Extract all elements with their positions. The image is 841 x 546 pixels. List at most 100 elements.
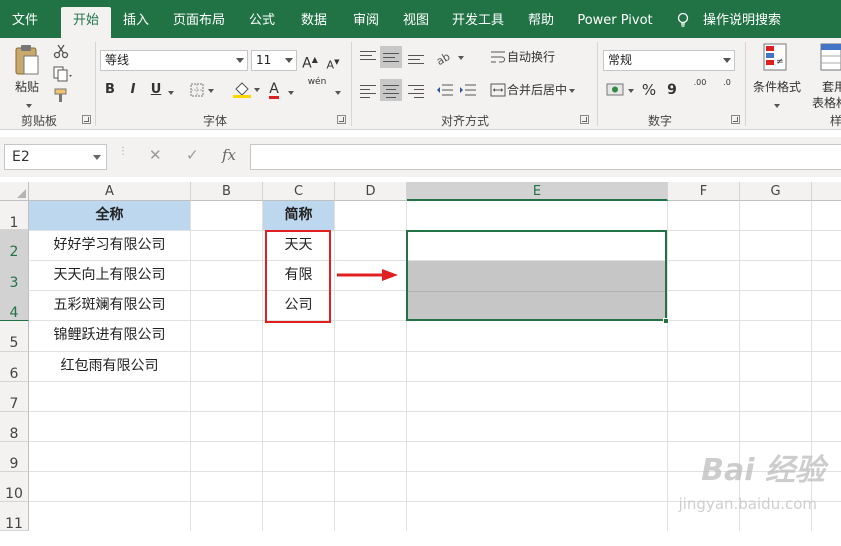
column-header-f[interactable]: F bbox=[668, 182, 740, 201]
align-top-icon[interactable] bbox=[360, 50, 376, 64]
row-header-7[interactable]: 7 bbox=[0, 382, 29, 412]
chevron-down-icon bbox=[236, 58, 244, 63]
column-header-g[interactable]: G bbox=[740, 182, 812, 201]
decrease-font-button[interactable]: A▼ bbox=[323, 51, 343, 73]
font-size-combo[interactable]: 11 bbox=[251, 50, 297, 71]
row-header-8[interactable]: 8 bbox=[0, 412, 29, 442]
bold-button[interactable]: B bbox=[101, 79, 119, 101]
tell-me-search[interactable]: 操作说明搜索 bbox=[703, 7, 781, 34]
wrap-text-button[interactable]: 自动换行 bbox=[507, 46, 567, 68]
clipboard-launcher-icon[interactable] bbox=[82, 115, 91, 124]
formula-bar-grip[interactable]: ⋮ bbox=[118, 147, 128, 165]
tab-data[interactable]: 数据 bbox=[294, 7, 334, 38]
conditional-formatting-button[interactable]: 条件格式 bbox=[750, 76, 804, 98]
border-icon[interactable] bbox=[190, 83, 218, 97]
decrease-decimal-button[interactable]: .0 bbox=[717, 78, 737, 100]
increase-font-button[interactable]: A▲ bbox=[300, 49, 320, 72]
row-header-10[interactable]: 10 bbox=[0, 472, 29, 502]
insert-function-icon[interactable]: fx bbox=[222, 146, 236, 164]
font-color-button[interactable]: A bbox=[266, 78, 282, 100]
enter-icon[interactable]: ✓ bbox=[186, 146, 199, 164]
column-header-b[interactable]: B bbox=[191, 182, 263, 201]
name-box[interactable]: E2 bbox=[4, 144, 107, 170]
increase-indent-icon[interactable] bbox=[459, 83, 477, 97]
row-header-6[interactable]: 6 bbox=[0, 352, 29, 382]
tab-power-pivot[interactable]: Power Pivot bbox=[572, 7, 658, 38]
tab-view[interactable]: 视图 bbox=[396, 7, 436, 38]
tab-review[interactable]: 审阅 bbox=[346, 7, 386, 38]
align-bottom-icon[interactable] bbox=[408, 50, 424, 64]
align-right-icon[interactable] bbox=[408, 84, 424, 98]
paste-dropdown-icon[interactable] bbox=[26, 103, 32, 108]
tab-developer[interactable]: 开发工具 bbox=[447, 7, 509, 38]
cell-a5[interactable]: 锦鲤跃进有限公司 bbox=[29, 320, 190, 351]
column-header-a[interactable]: A bbox=[29, 182, 191, 201]
tab-insert[interactable]: 插入 bbox=[116, 7, 156, 38]
ribbon-home: 粘贴 剪贴板 等线 11 A▲ A▼ B I U A wén 字体 ab 自动换… bbox=[0, 38, 841, 130]
increase-decimal-icon: .00 bbox=[693, 78, 707, 87]
column-header-e[interactable]: E bbox=[407, 182, 668, 201]
selected-range-e2-e4[interactable] bbox=[406, 230, 667, 321]
conditional-formatting-icon[interactable]: ≠ bbox=[763, 43, 787, 73]
phonetic-dropdown-icon[interactable] bbox=[335, 90, 341, 95]
merge-center-button[interactable]: 合并后居中 bbox=[507, 79, 579, 101]
underline-button[interactable]: U bbox=[147, 79, 165, 101]
cell-a4[interactable]: 五彩斑斓有限公司 bbox=[29, 290, 190, 320]
fill-handle[interactable] bbox=[663, 318, 669, 324]
decrease-indent-icon[interactable] bbox=[436, 83, 454, 97]
cancel-icon[interactable]: ✕ bbox=[149, 146, 162, 164]
paste-button[interactable]: 粘贴 bbox=[10, 76, 44, 98]
percent-button[interactable]: % bbox=[640, 79, 658, 101]
font-color-dropdown-icon[interactable] bbox=[288, 90, 294, 95]
cut-icon[interactable] bbox=[53, 43, 69, 59]
tab-file[interactable]: 文件 bbox=[4, 7, 46, 38]
row-header-1[interactable]: 1 bbox=[0, 201, 29, 231]
select-all-button[interactable] bbox=[0, 182, 29, 201]
cell-a1[interactable]: 全称 bbox=[29, 201, 190, 230]
cell-a6[interactable]: 红包雨有限公司 bbox=[29, 351, 190, 381]
cell-a2[interactable]: 好好学习有限公司 bbox=[29, 230, 190, 260]
row-header-4[interactable]: 4 bbox=[0, 291, 29, 321]
font-launcher-icon[interactable] bbox=[337, 115, 346, 124]
accounting-format-icon[interactable] bbox=[606, 82, 636, 98]
column-header-c[interactable]: C bbox=[263, 182, 335, 201]
phonetic-icon: wén bbox=[307, 77, 327, 87]
fill-color-icon[interactable] bbox=[232, 80, 262, 98]
alignment-launcher-icon[interactable] bbox=[580, 115, 589, 124]
row-header-5[interactable]: 5 bbox=[0, 321, 29, 352]
format-as-table-icon[interactable] bbox=[818, 43, 841, 73]
format-painter-icon[interactable] bbox=[53, 88, 71, 104]
merge-dropdown-icon[interactable] bbox=[569, 88, 576, 93]
formula-bar: E2 ⋮ ✕ ✓ fx bbox=[0, 137, 841, 177]
italic-button[interactable]: I bbox=[124, 79, 142, 101]
column-header-h[interactable] bbox=[812, 182, 841, 201]
cell-c1[interactable]: 简称 bbox=[263, 201, 334, 230]
orientation-icon[interactable]: ab bbox=[436, 48, 466, 66]
comma-style-button[interactable]: 9 bbox=[663, 79, 681, 101]
row-header-11[interactable]: 11 bbox=[0, 502, 29, 532]
row-header-2[interactable]: 2 bbox=[0, 230, 29, 261]
cell-a3[interactable]: 天天向上有限公司 bbox=[29, 260, 190, 290]
baidu-logo-watermark: Bai 经验 bbox=[701, 453, 825, 488]
tab-formulas[interactable]: 公式 bbox=[242, 7, 282, 38]
conditional-dropdown-icon[interactable] bbox=[774, 103, 780, 108]
font-name-combo[interactable]: 等线 bbox=[100, 50, 248, 71]
align-left-icon[interactable] bbox=[360, 84, 376, 98]
tab-page-layout[interactable]: 页面布局 bbox=[168, 7, 230, 38]
underline-dropdown-icon[interactable] bbox=[168, 90, 174, 95]
tab-help[interactable]: 帮助 bbox=[521, 7, 561, 38]
row-header-3[interactable]: 3 bbox=[0, 261, 29, 291]
tab-home[interactable]: 开始 bbox=[61, 7, 111, 38]
phonetic-button[interactable]: wén bbox=[306, 76, 328, 98]
number-format-combo[interactable]: 常规 bbox=[603, 50, 735, 71]
formula-input[interactable] bbox=[250, 144, 841, 170]
copy-icon[interactable] bbox=[53, 66, 73, 82]
font-name-value: 等线 bbox=[105, 53, 130, 67]
row-header-9[interactable]: 9 bbox=[0, 442, 29, 472]
ribbon-tab-bar: 文件 开始 插入 页面布局 公式 数据 审阅 视图 开发工具 帮助 Power … bbox=[0, 0, 841, 38]
number-launcher-icon[interactable] bbox=[731, 115, 740, 124]
column-header-d[interactable]: D bbox=[335, 182, 407, 201]
format-as-table-label-2[interactable]: 表格格 bbox=[812, 92, 841, 114]
paste-icon[interactable] bbox=[14, 44, 40, 78]
increase-decimal-button[interactable]: .00 bbox=[690, 78, 710, 100]
